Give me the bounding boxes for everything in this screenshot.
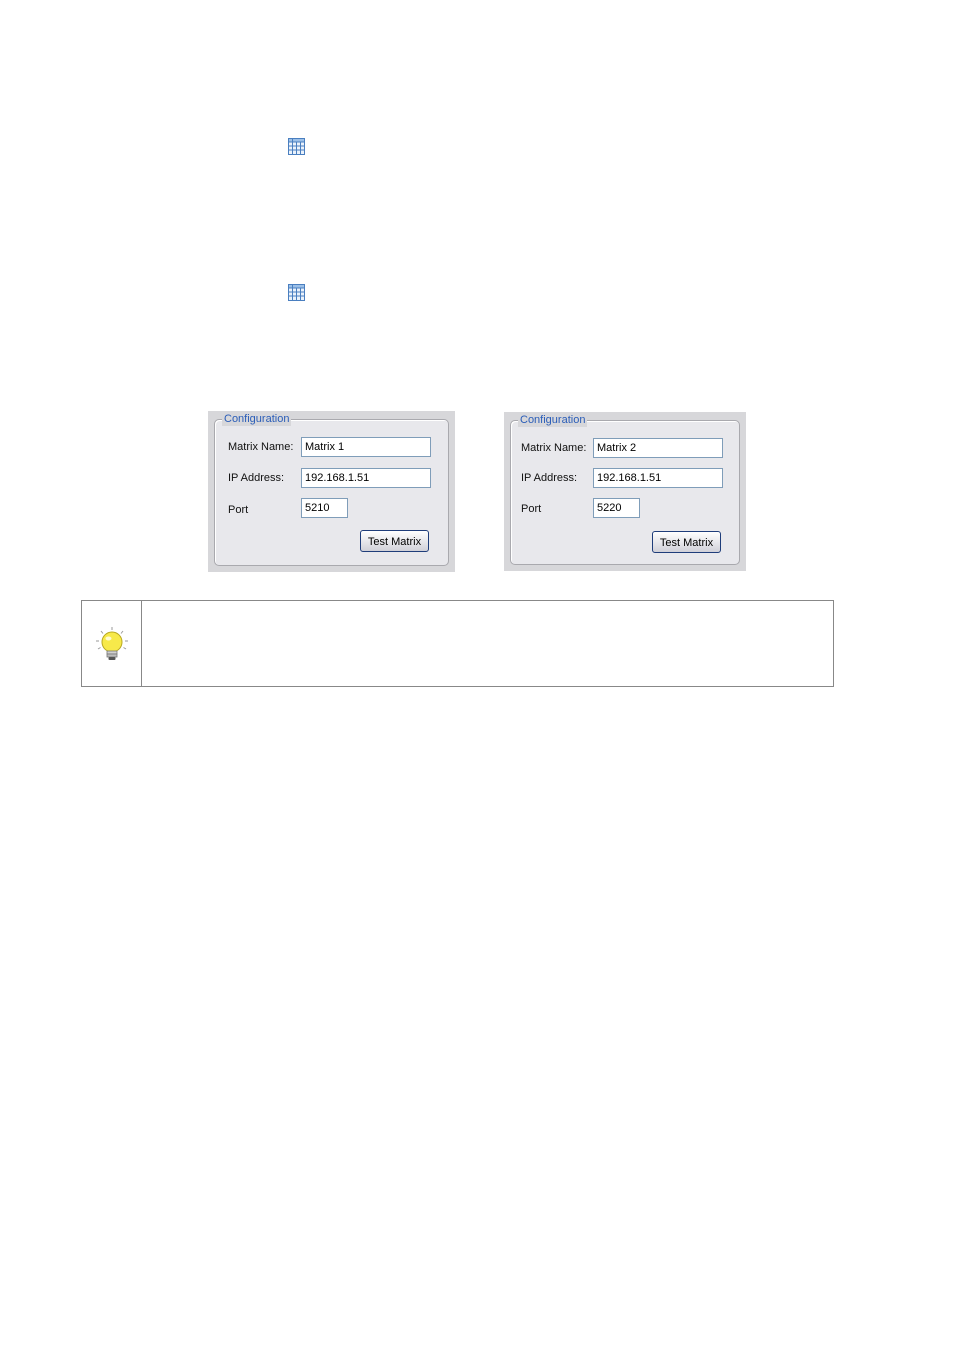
matrix-name-input[interactable] — [593, 438, 723, 458]
tip-divider — [141, 601, 142, 686]
port-input[interactable] — [593, 498, 640, 518]
test-matrix-button[interactable]: Test Matrix — [652, 531, 721, 553]
grid-icon — [288, 138, 305, 155]
port-label: Port — [228, 504, 249, 516]
grid-icon — [288, 284, 305, 301]
configuration-panel-1: Configuration Matrix Name: IP Address: P… — [208, 411, 455, 572]
port-input[interactable] — [301, 498, 348, 518]
ip-address-input[interactable] — [301, 468, 431, 488]
lightbulb-icon — [96, 627, 128, 660]
ip-address-label: IP Address: — [521, 472, 578, 484]
matrix-name-input[interactable] — [301, 437, 431, 457]
matrix-name-label: Matrix Name: — [521, 442, 587, 454]
matrix-name-label: Matrix Name: — [228, 441, 294, 453]
configuration-legend: Configuration — [222, 412, 292, 426]
ip-address-label: IP Address: — [228, 472, 285, 484]
tip-box — [81, 600, 834, 687]
configuration-legend: Configuration — [518, 413, 588, 427]
configuration-panel-2: Configuration Matrix Name: IP Address: P… — [504, 412, 746, 571]
ip-address-input[interactable] — [593, 468, 723, 488]
test-matrix-button[interactable]: Test Matrix — [360, 530, 429, 552]
port-label: Port — [521, 503, 542, 515]
